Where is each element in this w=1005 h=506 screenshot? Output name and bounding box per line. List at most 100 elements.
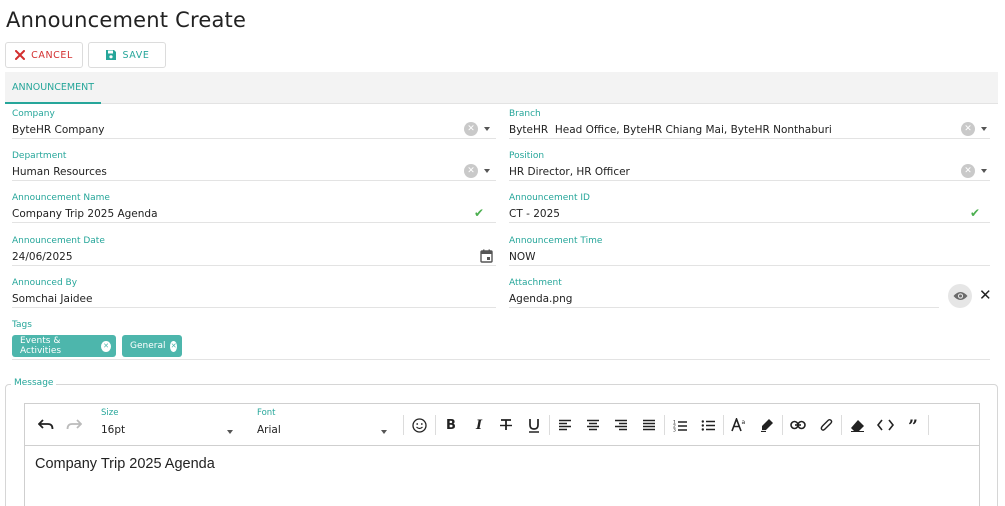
position-value: HR Director, HR Officer bbox=[509, 166, 630, 178]
bold-icon[interactable]: B bbox=[442, 416, 460, 434]
announcement-id-value: CT - 2025 bbox=[509, 208, 560, 220]
align-right-icon[interactable] bbox=[612, 416, 630, 434]
bullet-list-icon[interactable] bbox=[699, 416, 717, 434]
font-family-select[interactable]: Font Arial bbox=[257, 408, 387, 442]
company-label: Company bbox=[12, 109, 55, 119]
toolbar-divider bbox=[841, 415, 842, 435]
position-label: Position bbox=[509, 151, 545, 161]
calendar-icon[interactable] bbox=[480, 249, 493, 263]
tag-chip: Events & Activities ✕ bbox=[12, 335, 116, 357]
remove-tag-icon[interactable]: ✕ bbox=[101, 340, 111, 352]
chevron-down-icon[interactable] bbox=[981, 169, 987, 173]
link-icon[interactable] bbox=[789, 416, 807, 434]
attachment-value: Agenda.png bbox=[509, 293, 573, 305]
announcement-time-field[interactable]: Announcement Time NOW bbox=[509, 236, 990, 266]
check-icon: ✔ bbox=[970, 206, 981, 220]
toolbar-divider bbox=[435, 415, 436, 435]
eraser-icon[interactable] bbox=[848, 416, 866, 434]
clear-icon[interactable]: ✕ bbox=[464, 122, 478, 136]
branch-field[interactable]: Branch ByteHR Head Office, ByteHR Chiang… bbox=[509, 109, 990, 139]
code-icon[interactable] bbox=[876, 416, 894, 434]
remove-tag-icon[interactable]: ✕ bbox=[170, 340, 177, 352]
attachment-field[interactable]: Attachment Agenda.png bbox=[509, 278, 939, 308]
toolbar-divider bbox=[664, 415, 665, 435]
announcement-name-field[interactable]: Announcement Name Company Trip 2025 Agen… bbox=[12, 193, 496, 223]
editor-content[interactable]: Company Trip 2025 Agenda bbox=[35, 456, 215, 472]
announcement-id-field[interactable]: Announcement ID CT - 2025 ✔ bbox=[509, 193, 990, 223]
toolbar-divider bbox=[928, 415, 929, 435]
announcement-date-value: 24/06/2025 bbox=[12, 251, 73, 263]
clear-icon[interactable]: ✕ bbox=[961, 122, 975, 136]
position-field[interactable]: Position HR Director, HR Officer ✕ bbox=[509, 151, 990, 181]
branch-label: Branch bbox=[509, 109, 541, 119]
tags-label: Tags bbox=[12, 320, 32, 330]
tags-field[interactable]: Tags Events & Activities ✕ General ✕ bbox=[12, 320, 990, 360]
italic-icon[interactable]: I bbox=[470, 416, 488, 434]
strikethrough-icon[interactable] bbox=[497, 416, 515, 434]
announcement-time-value: NOW bbox=[509, 251, 536, 263]
svg-text:3: 3 bbox=[673, 427, 676, 432]
tag-chip-label: General bbox=[130, 341, 166, 351]
toolbar-divider bbox=[403, 415, 404, 435]
department-value: Human Resources bbox=[12, 166, 107, 178]
page-title: Announcement Create bbox=[6, 8, 247, 32]
undo-icon[interactable] bbox=[37, 416, 55, 434]
tab-bar: ANNOUNCEMENT bbox=[5, 72, 998, 104]
message-legend: Message bbox=[11, 378, 57, 388]
ordered-list-icon[interactable]: 123 bbox=[671, 416, 689, 434]
save-button[interactable]: SAVE bbox=[88, 42, 166, 68]
highlighter-icon[interactable] bbox=[758, 416, 776, 434]
chevron-down-icon bbox=[381, 430, 387, 434]
save-button-label: SAVE bbox=[122, 49, 150, 61]
eye-icon bbox=[953, 291, 968, 301]
preview-attachment-button[interactable] bbox=[948, 284, 972, 308]
toolbar-divider bbox=[723, 415, 724, 435]
font-family-value: Arial bbox=[257, 424, 281, 436]
cancel-button-label: CANCEL bbox=[31, 49, 73, 61]
emoji-icon[interactable] bbox=[410, 416, 428, 434]
close-icon bbox=[15, 50, 26, 60]
announcement-date-field[interactable]: Announcement Date 24/06/2025 bbox=[12, 236, 496, 266]
tag-chip-label: Events & Activities bbox=[20, 336, 62, 356]
announcement-name-value: Company Trip 2025 Agenda bbox=[12, 208, 158, 220]
align-left-icon[interactable] bbox=[556, 416, 574, 434]
blockquote-icon[interactable]: ” bbox=[904, 416, 922, 436]
department-label: Department bbox=[12, 151, 67, 161]
toolbar-divider bbox=[782, 415, 783, 435]
chevron-down-icon[interactable] bbox=[484, 169, 490, 173]
font-size-label: Size bbox=[101, 408, 119, 418]
clear-icon[interactable]: ✕ bbox=[961, 164, 975, 178]
editor-toolbar: Size 16pt Font Arial B I 1 2 3 a ” bbox=[25, 404, 979, 446]
chevron-down-icon[interactable] bbox=[484, 127, 490, 131]
tab-announcement[interactable]: ANNOUNCEMENT bbox=[5, 72, 101, 104]
font-size-select[interactable]: Size 16pt bbox=[101, 408, 233, 442]
company-value: ByteHR Company bbox=[12, 124, 105, 136]
company-field[interactable]: Company ByteHR Company ✕ bbox=[12, 109, 496, 139]
announcement-time-label: Announcement Time bbox=[509, 236, 603, 246]
attachment-icon[interactable] bbox=[817, 416, 835, 434]
chevron-down-icon bbox=[227, 430, 233, 434]
remove-attachment-icon[interactable]: ✕ bbox=[979, 285, 992, 305]
svg-text:a: a bbox=[742, 419, 746, 426]
cancel-button[interactable]: CANCEL bbox=[5, 42, 83, 68]
text-style-icon[interactable]: a bbox=[730, 416, 748, 434]
department-field[interactable]: Department Human Resources ✕ bbox=[12, 151, 496, 181]
check-icon: ✔ bbox=[474, 206, 485, 220]
rich-text-editor[interactable]: Size 16pt Font Arial B I 1 2 3 a ” Compa… bbox=[24, 403, 980, 506]
announcement-name-label: Announcement Name bbox=[12, 193, 110, 203]
floppy-disk-icon bbox=[105, 49, 117, 61]
announced-by-field[interactable]: Announced By Somchai Jaidee bbox=[12, 278, 496, 308]
align-justify-icon[interactable] bbox=[640, 416, 658, 434]
toolbar-divider bbox=[549, 415, 550, 435]
tag-chip: General ✕ bbox=[122, 335, 182, 357]
announcement-id-label: Announcement ID bbox=[509, 193, 590, 203]
underline-icon[interactable] bbox=[525, 416, 543, 434]
redo-icon[interactable] bbox=[65, 416, 83, 434]
chevron-down-icon[interactable] bbox=[981, 127, 987, 131]
announced-by-value: Somchai Jaidee bbox=[12, 293, 93, 305]
clear-icon[interactable]: ✕ bbox=[464, 164, 478, 178]
announced-by-label: Announced By bbox=[12, 278, 78, 288]
font-family-label: Font bbox=[257, 408, 276, 418]
align-center-icon[interactable] bbox=[584, 416, 602, 434]
branch-value: ByteHR Head Office, ByteHR Chiang Mai, B… bbox=[509, 124, 832, 136]
